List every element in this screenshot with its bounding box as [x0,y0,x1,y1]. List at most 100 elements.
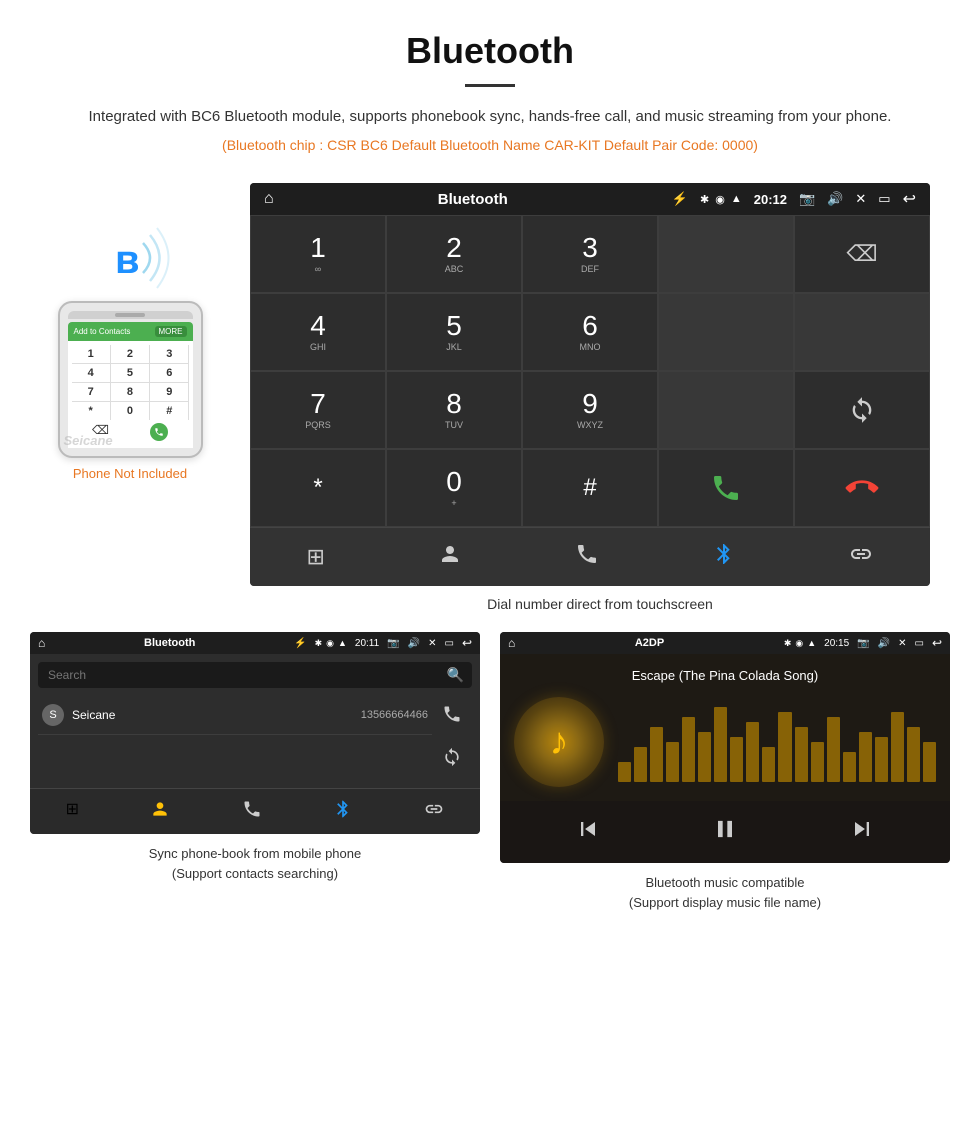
pb-person-btn[interactable] [150,799,170,824]
dial-back-icon[interactable]: ↩ [903,189,916,209]
phone-key-star[interactable]: * [72,402,110,420]
music-wrap: ⌂ A2DP ✱ ◉ ▲ 20:15 📷 🔊 ✕ ▭ ↩ Escape (The… [500,632,950,912]
phonebook-body: 🔍 S Seicane 13566664466 [30,654,480,788]
phonebook-caption: Sync phone-book from mobile phone (Suppo… [30,844,480,883]
add-contact-label: Add to Contacts [74,327,131,336]
phone-key-5[interactable]: 5 [111,364,149,382]
music-bar [634,747,647,782]
search-icon: 🔍 [447,667,464,684]
pb-link-btn[interactable] [424,799,444,824]
dial-key-1[interactable]: 1∞ [250,215,386,293]
music-bar [923,742,936,782]
phone-key-3[interactable]: 3 [150,345,188,363]
dialer-grid-btn[interactable]: ⊞ [307,544,325,570]
dial-key-6[interactable]: 6MNO [522,293,658,371]
music-controls [500,801,950,863]
music-bar [875,737,888,782]
dial-key-call-green[interactable] [658,449,794,527]
dial-key-call-red[interactable] [794,449,930,527]
pb-grid-btn[interactable]: ⊞ [66,799,79,824]
phonebook-caption-line1: Sync phone-book from mobile phone [149,846,361,861]
dialer-contacts-btn[interactable] [438,542,462,572]
pb-window-icon[interactable]: ▭ [444,638,453,649]
phone-key-2[interactable]: 2 [111,345,149,363]
phone-key-7[interactable]: 7 [72,383,110,401]
music-loc-icon: ◉ [795,638,803,649]
music-x-icon[interactable]: ✕ [898,638,906,649]
dial-key-sync[interactable] [794,371,930,449]
music-bar [650,727,663,782]
bottom-row: ⌂ Bluetooth ⚡ ✱ ◉ ▲ 20:11 📷 🔊 ✕ ▭ ↩ [0,632,980,942]
pb-home-icon[interactable]: ⌂ [38,636,45,650]
pb-loc-icon: ◉ [326,638,334,649]
dial-screen: ⌂ Bluetooth ⚡ ✱ ◉ ▲ 20:12 📷 🔊 ✕ ▭ ↩ [250,183,930,586]
phone-key-8[interactable]: 8 [111,383,149,401]
dial-key-backspace[interactable]: ⌫ [794,215,930,293]
dialer-phone-btn[interactable] [575,542,599,572]
phone-key-0[interactable]: 0 [111,402,149,420]
dial-x-icon[interactable]: ✕ [855,191,866,207]
music-camera-icon[interactable]: 📷 [857,638,869,649]
pb-x-icon[interactable]: ✕ [428,638,436,649]
phone-key-4[interactable]: 4 [72,364,110,382]
dial-key-hash[interactable]: # [522,449,658,527]
dial-key-8[interactable]: 8TUV [386,371,522,449]
dial-screen-wrap: ⌂ Bluetooth ⚡ ✱ ◉ ▲ 20:12 📷 🔊 ✕ ▭ ↩ [250,183,950,632]
phone-key-1[interactable]: 1 [72,345,110,363]
dialer-bottom-bar: ⊞ [250,527,930,586]
dialer-link-btn[interactable] [849,542,873,572]
dial-volume-icon[interactable]: 🔊 [827,191,843,207]
dial-window-icon[interactable]: ▭ [878,191,890,207]
dial-key-2[interactable]: 2ABC [386,215,522,293]
music-window-icon[interactable]: ▭ [914,638,923,649]
pb-call-side-btn[interactable] [442,704,462,729]
dial-key-9[interactable]: 9WXYZ [522,371,658,449]
pb-side-buttons [432,696,472,780]
contact-number: 13566664466 [361,709,428,721]
pb-sync-side-btn[interactable] [442,747,462,772]
dial-key-empty-1 [658,215,794,293]
phonebook-search-input[interactable] [38,662,472,688]
music-time: 20:15 [824,638,849,649]
music-bar [698,732,711,782]
music-status-icons: ✱ ◉ ▲ [784,638,816,649]
phone-call-button[interactable] [150,423,168,441]
dial-key-7[interactable]: 7PQRS [250,371,386,449]
pb-bt-btn[interactable] [333,799,353,824]
phone-mockup: Add to Contacts MORE 1 2 3 4 5 6 7 8 9 *… [58,301,203,458]
music-home-icon[interactable]: ⌂ [508,636,515,650]
phonebook-bottom-bar: ⊞ [30,788,480,834]
pb-phone-btn[interactable] [242,799,262,824]
phonebook-wrap: ⌂ Bluetooth ⚡ ✱ ◉ ▲ 20:11 📷 🔊 ✕ ▭ ↩ [30,632,480,912]
dial-key-3[interactable]: 3DEF [522,215,658,293]
page-header: Bluetooth Integrated with BC6 Bluetooth … [0,0,980,183]
dial-key-4[interactable]: 4GHI [250,293,386,371]
dialer-bt-btn[interactable] [712,542,736,572]
music-bar [714,707,727,782]
dial-camera-icon[interactable]: 📷 [799,191,815,207]
pb-volume-icon[interactable]: 🔊 [408,638,420,649]
music-back-icon[interactable]: ↩ [932,636,942,650]
more-btn[interactable]: MORE [155,326,187,337]
phone-key-9[interactable]: 9 [150,383,188,401]
music-prev-btn[interactable] [574,815,602,849]
dial-key-5[interactable]: 5JKL [386,293,522,371]
pb-camera-icon[interactable]: 📷 [387,638,399,649]
music-next-btn[interactable] [848,815,876,849]
dial-key-0[interactable]: 0+ [386,449,522,527]
dial-home-icon[interactable]: ⌂ [264,190,274,208]
phone-key-hash[interactable]: # [150,402,188,420]
pb-back-icon[interactable]: ↩ [462,636,472,650]
phone-key-6[interactable]: 6 [150,364,188,382]
dial-key-star[interactable]: * [250,449,386,527]
contact-row[interactable]: S Seicane 13566664466 [38,696,432,735]
music-bar [618,762,631,782]
music-volume-icon[interactable]: 🔊 [878,638,890,649]
music-screen: ⌂ A2DP ✱ ◉ ▲ 20:15 📷 🔊 ✕ ▭ ↩ Escape (The… [500,632,950,863]
dial-screen-title: Bluetooth [286,191,660,208]
phone-backspace[interactable]: ⌫ [92,423,109,441]
contact-list: S Seicane 13566664466 [38,696,432,780]
phone-dialer-grid: 1 2 3 4 5 6 7 8 9 * 0 # [72,345,189,420]
music-play-pause-btn[interactable] [711,815,739,849]
contact-list-area: S Seicane 13566664466 [38,696,472,780]
